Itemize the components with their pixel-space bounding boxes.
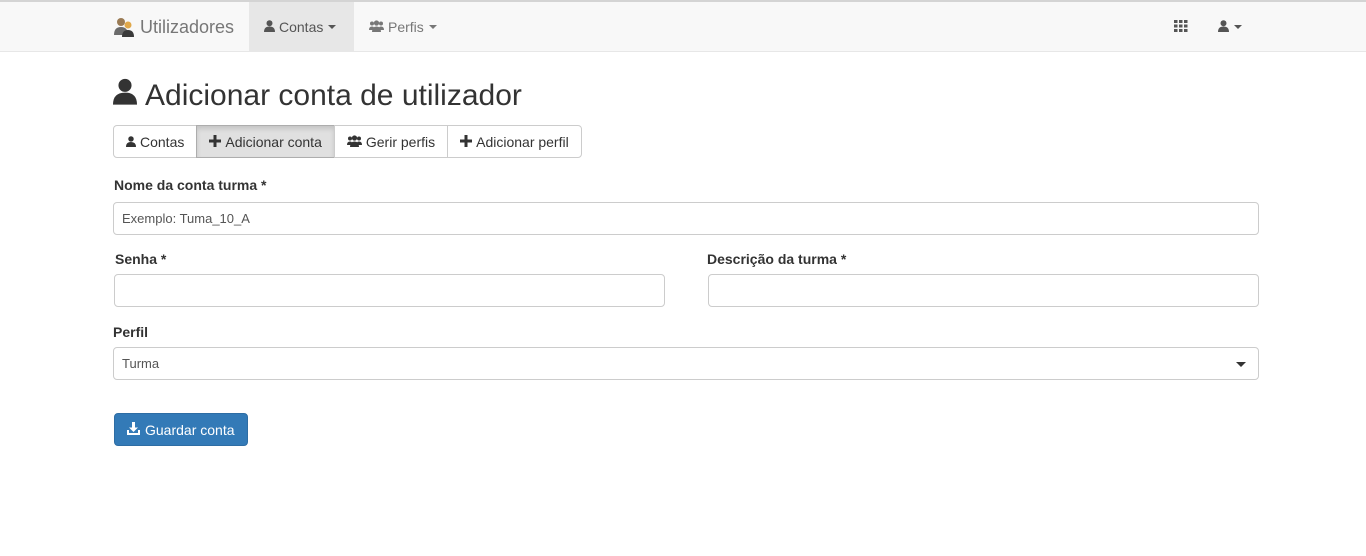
tab-adicionar-perfil-label: Adicionar perfil: [476, 133, 569, 150]
account-tabs: Contas Adicionar conta Gerir perfis Adic…: [113, 125, 582, 158]
account-name-label: Nome da conta turma *: [114, 177, 267, 193]
top-navbar: Utilizadores Contas Perfis: [0, 0, 1366, 52]
user-icon: [264, 19, 275, 35]
tab-adicionar-conta-label: Adicionar conta: [225, 133, 322, 150]
users-icon: [369, 19, 384, 35]
user-icon: [113, 78, 137, 113]
user-menu-dropdown[interactable]: [1203, 2, 1257, 52]
tab-adicionar-perfil[interactable]: Adicionar perfil: [447, 125, 582, 158]
password-label: Senha *: [115, 251, 167, 267]
tab-contas-label: Contas: [140, 133, 185, 150]
plus-icon: [460, 134, 473, 150]
chevron-down-icon: [1236, 362, 1246, 367]
tab-contas[interactable]: Contas: [113, 125, 198, 158]
nav-contas-dropdown[interactable]: Contas: [249, 2, 354, 52]
page-title: Adicionar conta de utilizador: [113, 78, 522, 113]
chevron-down-icon: [328, 25, 337, 29]
nav-perfis-dropdown[interactable]: Perfis: [354, 2, 452, 52]
apps-grid-button[interactable]: [1159, 2, 1203, 52]
chevron-down-icon: [1234, 25, 1242, 29]
user-icon: [126, 134, 136, 150]
tab-adicionar-conta[interactable]: Adicionar conta: [196, 125, 335, 158]
description-input[interactable]: [708, 274, 1259, 307]
profile-select[interactable]: Turma: [113, 347, 1259, 380]
download-icon: [127, 421, 140, 438]
brand-link[interactable]: Utilizadores: [113, 2, 234, 52]
user-icon: [1218, 19, 1229, 35]
account-name-input[interactable]: [113, 202, 1259, 235]
tab-gerir-perfis[interactable]: Gerir perfis: [333, 125, 449, 158]
save-account-label: Guardar conta: [145, 421, 235, 438]
profile-select-value: Turma: [122, 356, 160, 371]
plus-icon: [209, 134, 222, 150]
page-title-text: Adicionar conta de utilizador: [145, 78, 522, 112]
tab-gerir-perfis-label: Gerir perfis: [365, 133, 436, 150]
nav-contas-label: Contas: [279, 19, 324, 35]
grid-icon: [1174, 19, 1188, 35]
password-input[interactable]: [114, 274, 665, 307]
chevron-down-icon: [428, 25, 437, 29]
save-account-button[interactable]: Guardar conta: [114, 413, 248, 446]
users-logo-icon: [113, 16, 135, 38]
description-label: Descrição da turma *: [707, 251, 847, 267]
brand-label: Utilizadores: [140, 16, 235, 37]
profile-label: Perfil: [113, 324, 149, 340]
users-icon: [346, 134, 362, 150]
nav-perfis-label: Perfis: [388, 19, 424, 35]
